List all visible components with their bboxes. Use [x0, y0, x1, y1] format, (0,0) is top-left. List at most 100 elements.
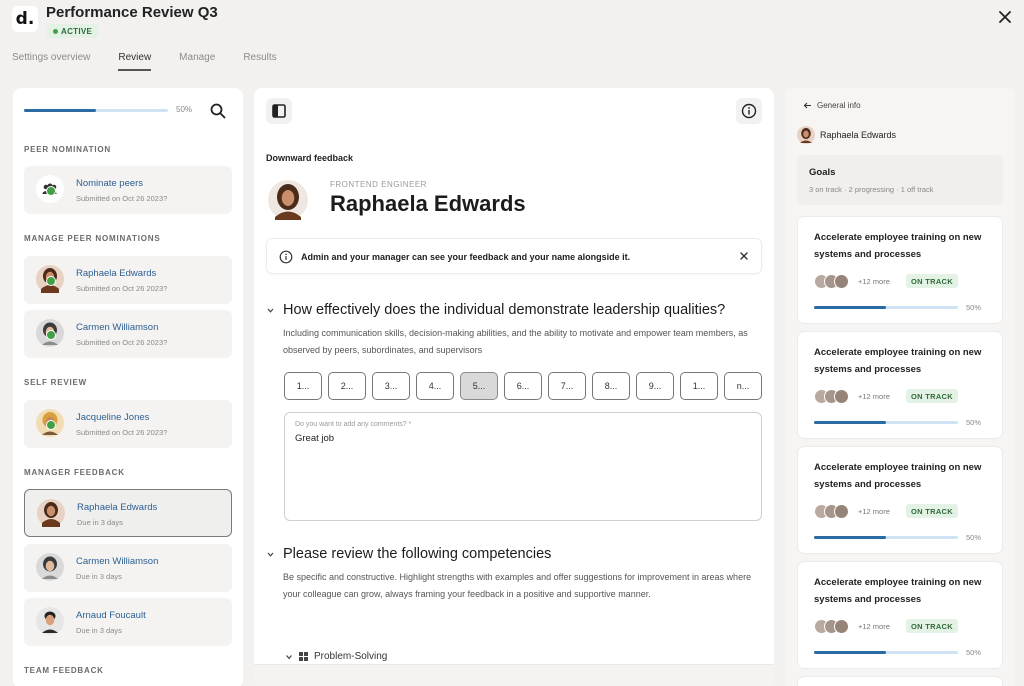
- reviewee-role: FRONTEND ENGINEER: [330, 180, 427, 189]
- goal-card-partial[interactable]: [797, 676, 1003, 686]
- goal-card[interactable]: Accelerate employee training on new syst…: [797, 446, 1003, 554]
- rating-option-10[interactable]: 1...: [680, 372, 718, 400]
- search-button[interactable]: [209, 102, 227, 120]
- arrow-left-icon: [803, 102, 811, 109]
- question-competencies-description: Be specific and constructive. Highlight …: [283, 572, 752, 599]
- completed-check-icon: [46, 186, 56, 196]
- goals-summary-card: Goals 3 on track · 2 progressing · 1 off…: [797, 155, 1003, 205]
- list-item-carmen-peer[interactable]: Carmen Williamson Submitted on Oct 26 20…: [24, 310, 232, 358]
- toggle-sidebar-button[interactable]: [266, 98, 292, 124]
- rating-option-6[interactable]: 6...: [504, 372, 542, 400]
- list-item-subtitle: Due in 3 days: [76, 572, 122, 581]
- goal-progress-track: [814, 536, 958, 539]
- progress-fill: [24, 109, 96, 112]
- comment-field[interactable]: Do you want to add any comments? * Great…: [284, 412, 762, 521]
- tab-manage[interactable]: Manage: [179, 52, 215, 71]
- back-to-general-info-link[interactable]: General info: [803, 101, 861, 110]
- close-button[interactable]: [996, 8, 1014, 26]
- tab-settings-overview[interactable]: Settings overview: [12, 52, 90, 71]
- list-item-subtitle: Submitted on Oct 26 2023?: [76, 284, 168, 293]
- goal-card[interactable]: Accelerate employee training on new syst…: [797, 561, 1003, 669]
- collapse-question-icon[interactable]: [266, 550, 275, 561]
- goal-title: Accelerate employee training on new syst…: [814, 462, 982, 490]
- goal-progress-fill: [814, 651, 886, 654]
- assignee-avatars: [814, 619, 849, 634]
- goal-progress-label: 50%: [966, 648, 982, 657]
- rating-option-9[interactable]: 9...: [636, 372, 674, 400]
- completed-check-icon: [46, 330, 56, 340]
- rating-option-n[interactable]: n...: [724, 372, 762, 400]
- list-item-jacqueline[interactable]: Jacqueline Jones Submitted on Oct 26 202…: [24, 400, 232, 448]
- review-list-sidebar: 50% PEER NOMINATION Nominate peers Submi…: [13, 88, 243, 686]
- person-name: Raphaela Edwards: [820, 130, 897, 140]
- search-icon: [210, 103, 226, 119]
- avatar: [36, 607, 64, 635]
- goal-title: Accelerate employee training on new syst…: [814, 347, 982, 375]
- goal-progress-label: 50%: [966, 303, 982, 312]
- visibility-notice: Admin and your manager can see your feed…: [266, 238, 762, 274]
- subsection-problem-solving[interactable]: Problem-Solving: [285, 651, 387, 662]
- question-competencies-title: Please review the following competencies: [283, 546, 552, 562]
- goal-status-badge: ON TRACK: [906, 389, 958, 403]
- rating-option-4[interactable]: 4...: [416, 372, 454, 400]
- avatar: [797, 126, 815, 144]
- goal-card[interactable]: Accelerate employee training on new syst…: [797, 331, 1003, 439]
- goal-progress-track: [814, 421, 958, 424]
- list-item-raphaela-peer[interactable]: Raphaela Edwards Submitted on Oct 26 202…: [24, 256, 232, 304]
- assignee-avatars: [814, 274, 849, 289]
- goal-status-badge: ON TRACK: [906, 274, 958, 288]
- collapse-question-icon[interactable]: [266, 306, 275, 317]
- rating-option-8[interactable]: 8...: [592, 372, 630, 400]
- rating-option-1[interactable]: 1...: [284, 372, 322, 400]
- rating-option-3[interactable]: 3...: [372, 372, 410, 400]
- rating-option-5[interactable]: 5...: [460, 372, 498, 400]
- notice-text: Admin and your manager can see your feed…: [301, 252, 631, 262]
- goal-progress-track: [814, 306, 958, 309]
- feedback-type-label: Downward feedback: [266, 153, 354, 163]
- app-logo: d.: [12, 6, 38, 32]
- status-dot-icon: [53, 28, 58, 34]
- back-link-label: General info: [817, 101, 861, 110]
- list-item-arnaud[interactable]: Arnaud Foucault Due in 3 days: [24, 598, 232, 646]
- list-item-title: Raphaela Edwards: [77, 502, 158, 513]
- goal-progress-track: [814, 651, 958, 654]
- rating-option-2[interactable]: 2...: [328, 372, 366, 400]
- progress-label: 50%: [176, 105, 193, 114]
- completed-check-icon: [46, 276, 56, 286]
- section-team-feedback: TEAM FEEDBACK: [24, 666, 104, 675]
- subsection-label: Problem-Solving: [314, 651, 388, 662]
- section-manager-feedback: MANAGER FEEDBACK: [24, 468, 125, 477]
- list-item-subtitle: Submitted on Oct 26 2023?: [76, 428, 168, 437]
- section-self-review: SELF REVIEW: [24, 378, 88, 387]
- grid-icon: [299, 652, 308, 661]
- rating-scale: 1... 2... 3... 4... 5... 6... 7... 8... …: [284, 372, 762, 400]
- reviewee-avatar: [268, 180, 308, 220]
- question-leadership-title: How effectively does the individual demo…: [283, 302, 726, 318]
- avatar: [36, 553, 64, 581]
- goal-card[interactable]: Accelerate employee training on new syst…: [797, 216, 1003, 324]
- list-item-subtitle: Submitted on Oct 26 2023?: [76, 194, 168, 203]
- close-icon: [740, 252, 748, 260]
- list-item-carmen-manager[interactable]: Carmen Williamson Due in 3 days: [24, 544, 232, 592]
- section-manage-peer-nominations: MANAGE PEER NOMINATIONS: [24, 234, 161, 243]
- tab-results[interactable]: Results: [243, 52, 276, 71]
- list-item-nominate-peers[interactable]: Nominate peers Submitted on Oct 26 2023?: [24, 166, 232, 214]
- info-icon: [279, 250, 293, 264]
- comment-field-label: Do you want to add any comments? *: [295, 421, 412, 428]
- list-item-title: Jacqueline Jones: [76, 412, 150, 423]
- list-item-subtitle: Due in 3 days: [76, 626, 122, 635]
- goal-progress-label: 50%: [966, 418, 982, 427]
- assignee-avatars: [814, 389, 849, 404]
- completed-check-icon: [46, 420, 56, 430]
- overall-progress: 50%: [24, 102, 230, 120]
- review-form: Downward feedback FRONTEND ENGINEER Raph…: [254, 88, 774, 686]
- info-button[interactable]: [736, 98, 762, 124]
- form-footer: [254, 664, 774, 686]
- list-item-raphaela-manager[interactable]: Raphaela Edwards Due in 3 days: [24, 489, 232, 537]
- reviewee-name: Raphaela Edwards: [330, 191, 526, 216]
- tab-review[interactable]: Review: [118, 52, 152, 71]
- rating-option-7[interactable]: 7...: [548, 372, 586, 400]
- goal-progress-fill: [814, 421, 886, 424]
- close-icon: [999, 11, 1011, 23]
- dismiss-notice-button[interactable]: [737, 249, 751, 263]
